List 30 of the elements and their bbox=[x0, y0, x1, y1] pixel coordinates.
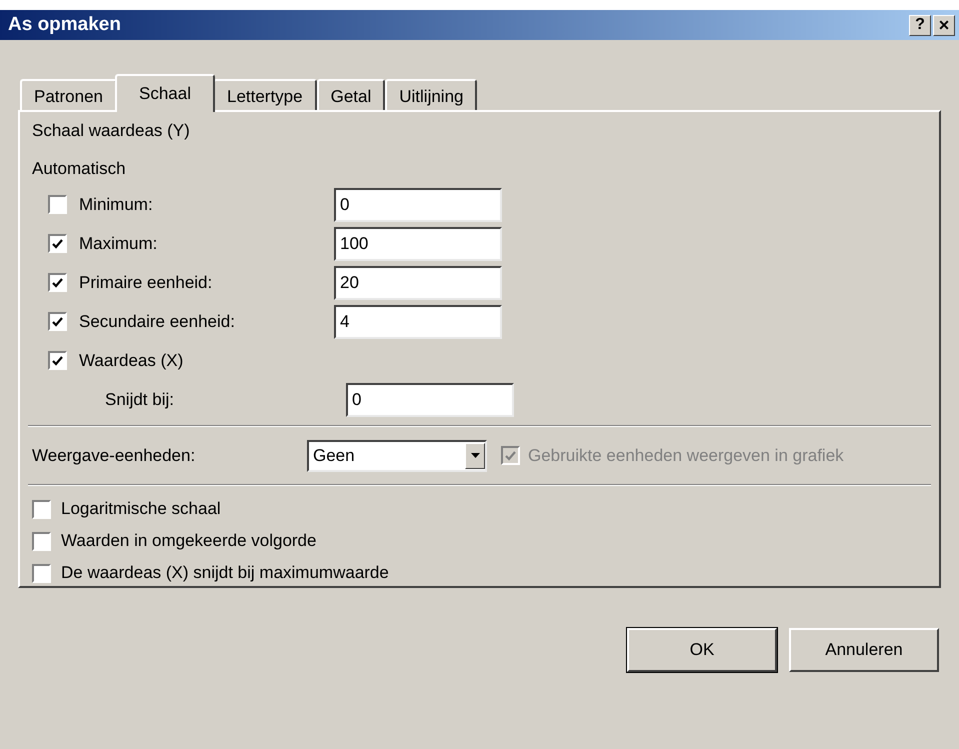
checkbox-label: Gebruikte eenheden weergeven in grafiek bbox=[528, 444, 844, 467]
field-label: Weergave-eenheden: bbox=[32, 444, 196, 467]
checkbox-label: Waarden in omgekeerde volgorde bbox=[61, 530, 316, 552]
tab[interactable]: Lettertype bbox=[212, 79, 317, 112]
section-title: Schaal waardeas (Y) bbox=[31, 120, 191, 142]
field-label: Maximum: bbox=[78, 232, 158, 255]
dropdown[interactable]: Geen bbox=[307, 440, 487, 472]
tab[interactable]: Uitlijning bbox=[385, 79, 478, 112]
group-label: Automatisch bbox=[31, 158, 127, 180]
field-label: Minimum: bbox=[78, 194, 154, 216]
field-label: Waardeas (X) bbox=[78, 350, 184, 372]
dropdown-value: Geen bbox=[312, 444, 356, 467]
dialog-button[interactable]: OK bbox=[627, 628, 777, 672]
window-title: As opmaken bbox=[8, 12, 121, 37]
field-label: Primaire eenheid: bbox=[78, 272, 214, 294]
tab[interactable]: Patronen bbox=[20, 79, 117, 112]
tab[interactable]: Schaal bbox=[115, 74, 215, 112]
input-field[interactable]: 4 bbox=[334, 304, 502, 338]
close-button[interactable]: × bbox=[933, 14, 955, 36]
checkbox-label: Logaritmische schaal bbox=[61, 498, 221, 520]
input-field[interactable]: 20 bbox=[334, 266, 502, 300]
dialog-button[interactable]: Annuleren bbox=[789, 628, 939, 672]
input-field[interactable]: 0 bbox=[334, 188, 502, 222]
tab[interactable]: Getal bbox=[316, 79, 386, 112]
field-label: Secundaire eenheid: bbox=[78, 310, 236, 333]
input-field[interactable]: 0 bbox=[346, 382, 514, 416]
field-label: Snijdt bij: bbox=[104, 388, 175, 411]
help-button[interactable]: ? bbox=[909, 14, 931, 36]
checkbox-label: De waardeas (X) snijdt bij maximumwaarde bbox=[61, 562, 389, 584]
input-field[interactable]: 100 bbox=[334, 226, 502, 260]
